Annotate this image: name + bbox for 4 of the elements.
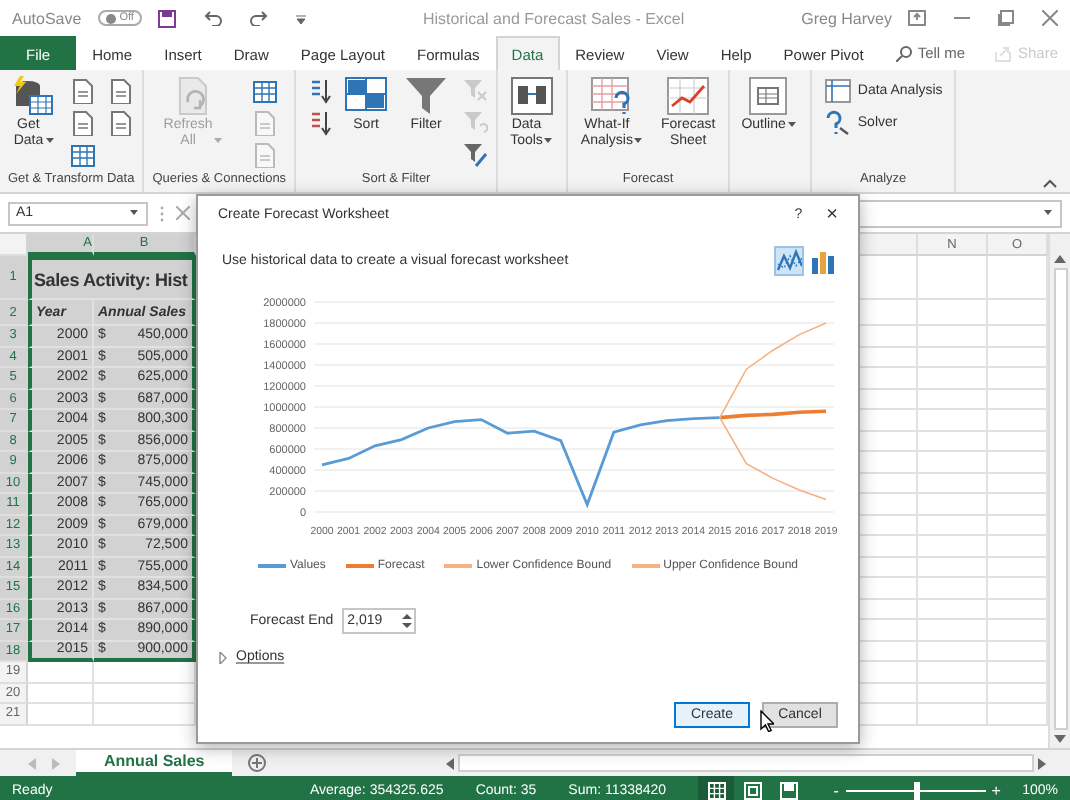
user-name: Greg Harvey — [801, 9, 892, 27]
window-title: Historical and Forecast Sales - Excel — [420, 9, 687, 27]
autosave-label: AutoSave — [12, 9, 82, 27]
title-cell: Sales Activity: Hist — [28, 256, 196, 300]
